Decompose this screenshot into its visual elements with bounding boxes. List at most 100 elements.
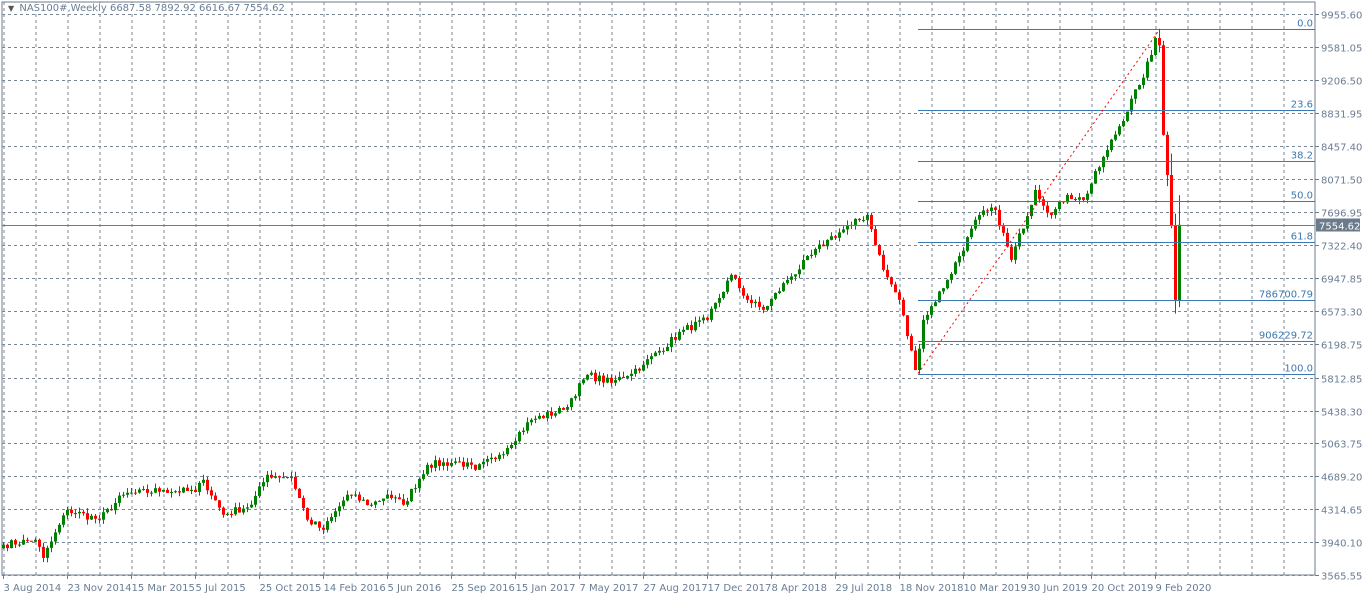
candle-bull [378,500,381,502]
candle-bear [458,461,461,463]
candle-bull [386,494,389,499]
fib-level-label: 906229.72 [1259,331,1313,342]
candle-bull [1130,98,1133,112]
candle-bull [1034,189,1037,205]
candle-bull [122,494,125,496]
candle-bear [462,461,465,467]
candle-bull [1106,149,1109,157]
candle-bear [474,464,477,470]
candle-bull [754,301,757,304]
x-tick-label: 8 Apr 2018 [772,583,827,594]
y-tick-label: 8071.50 [1321,176,1362,187]
candle-bear [750,299,753,304]
candle-bull [290,476,293,478]
candle-bull [1102,156,1105,168]
candle-bull [590,372,593,375]
candle-bull [586,374,589,380]
candle-bull [806,255,809,261]
candle-bull [922,319,925,349]
candle-bull [686,325,689,330]
candle-bull [490,457,493,460]
candle-bear [358,494,361,501]
triangle-down-icon[interactable]: ▼ [8,4,14,13]
y-tick-label: 5063.75 [1321,440,1362,451]
candle-bear [602,375,605,383]
candle-bear [42,546,45,558]
candle-bear [398,497,401,500]
candle-bear [310,519,313,525]
candle-bull [78,511,81,514]
candle-bull [698,320,701,322]
candle-bull [714,302,717,309]
x-tick-label: 25 Oct 2015 [260,583,322,594]
x-tick-label: 14 Feb 2016 [324,583,386,594]
candle-bull [958,256,961,263]
candle-bull [582,379,585,384]
candle-bull [658,350,661,353]
candle-bull [1122,120,1125,127]
candle-bull [246,507,249,509]
candle-bear [350,494,353,496]
price-chart[interactable]: 9955.60 9581.05 9206.50 8831.95 8457.40 8071.… [0,0,1362,598]
candle-bear [758,301,761,307]
candle-bear [294,476,297,489]
candle-bear [1002,226,1005,233]
candle-bull [466,462,469,467]
candle-bull [718,297,721,303]
candle-bull [646,359,649,365]
fib-level-label: 50.0 [1291,191,1313,202]
candle-bull [54,532,57,542]
y-tick-label: 4314.65 [1321,506,1362,517]
candle-bear [542,415,545,419]
candle-bull [346,494,349,501]
x-tick-label: 23 Nov 2014 [68,583,132,594]
x-tick-label: 27 Aug 2017 [644,583,708,594]
candle-bear [82,511,85,514]
candle-bull [1098,167,1101,172]
candle-bear [70,509,73,514]
candle-bear [110,508,113,511]
candle-bull [530,419,533,423]
candle-bull [578,383,581,397]
candle-bull [258,486,261,496]
candle-bull [534,418,537,420]
x-tick-label: 3 Aug 2014 [4,583,62,594]
candle-bull [234,507,237,515]
candle-bull [838,232,841,238]
chart-title: ▼ NAS100#,Weekly 6687.58 7892.92 6616.67… [6,3,287,14]
candle-bull [406,501,409,505]
candle-bear [494,457,497,460]
candle-bear [562,407,565,410]
candle-bull [286,477,289,479]
y-tick-label: 5812.85 [1321,375,1362,386]
candle-bull [226,513,229,515]
candle-bull [174,491,177,493]
candle-bear [1074,199,1077,201]
candle-bull [786,279,789,284]
candle-bear [1046,205,1049,213]
x-tick-label: 7 May 2017 [580,583,639,594]
candle-bull [954,262,957,274]
candle-bear [210,490,213,496]
candle-bull [126,492,129,495]
candle-bear [146,489,149,493]
candle-bull [918,348,921,371]
candle-bull [782,283,785,292]
candle-bull [1078,197,1081,200]
current-price-label: 7554.62 [1319,222,1360,233]
candle-bull [138,489,141,493]
candle-bull [454,461,457,463]
candle-bull [618,376,621,381]
candle-bull [514,441,517,446]
candle-bear [690,325,693,331]
candle-bull [546,411,549,419]
y-tick-label: 9581.05 [1321,44,1362,55]
candle-bear [870,214,873,230]
y-tick-label: 7322.40 [1321,242,1362,253]
candle-bull [242,508,245,513]
fib-level-label: 23.6 [1291,100,1313,111]
candle-bear [430,464,433,468]
candle-bull [774,293,777,299]
candle-bull [606,377,609,383]
y-tick-label: 8831.95 [1321,110,1362,121]
